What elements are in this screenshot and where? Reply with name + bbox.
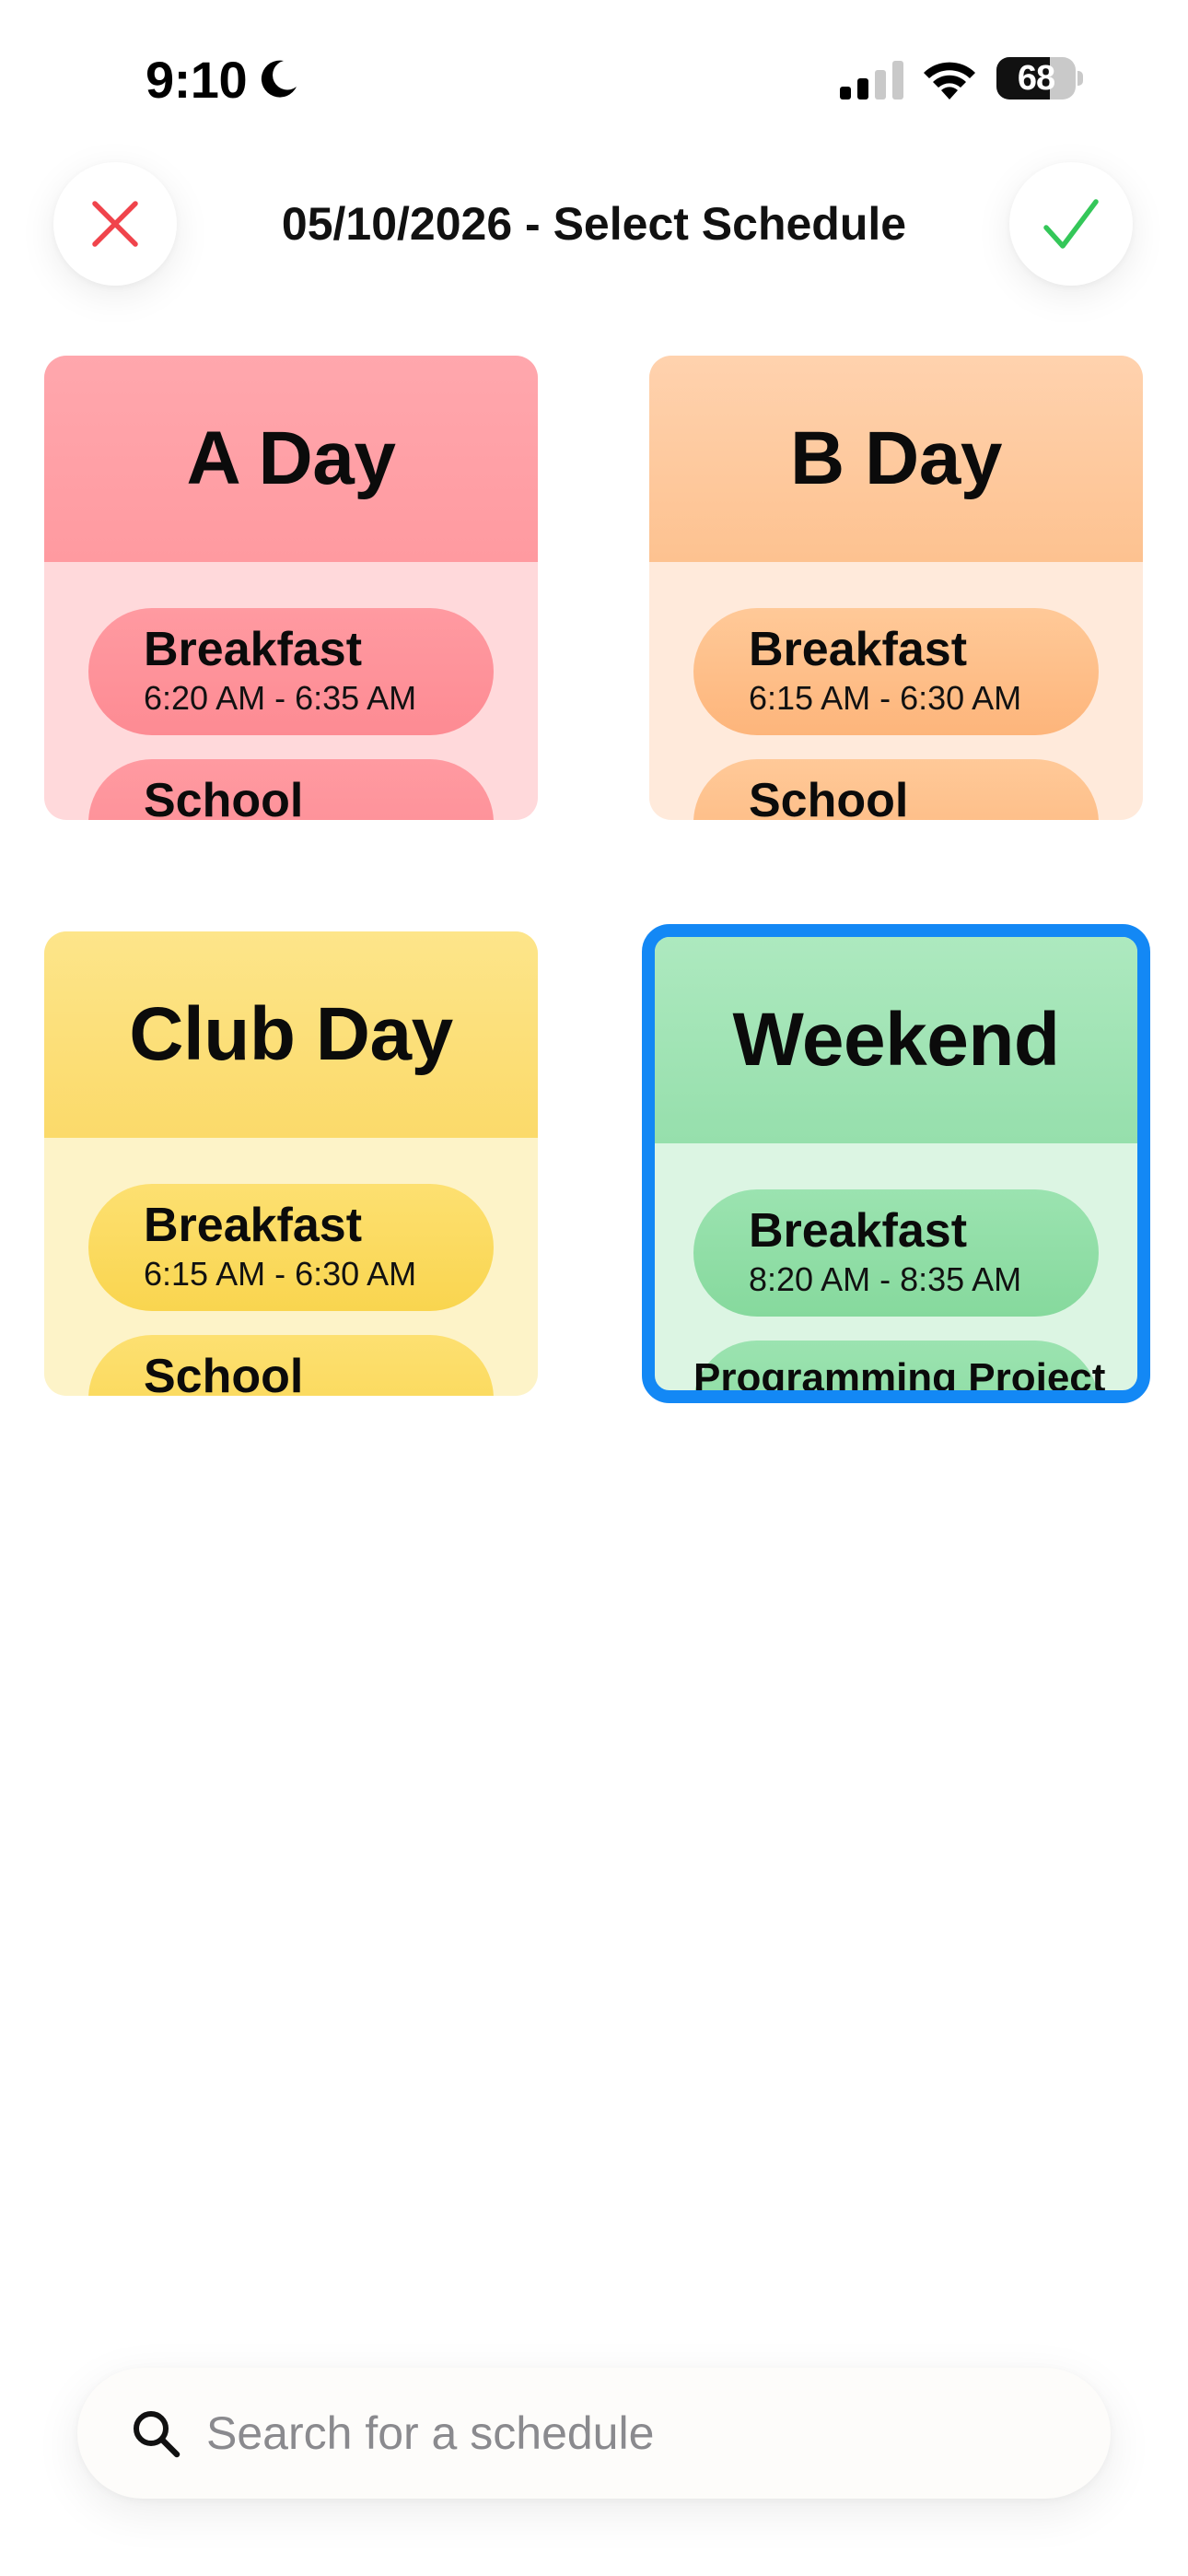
schedule-card-title: B Day xyxy=(649,356,1143,562)
schedule-card-a-day[interactable]: A Day Breakfast 6:20 AM - 6:35 AM School xyxy=(44,356,538,820)
checkmark-icon xyxy=(1043,199,1099,249)
event-pill: Breakfast 8:20 AM - 8:35 AM xyxy=(693,1189,1099,1317)
search-bar[interactable] xyxy=(77,2368,1111,2499)
event-time: 6:20 AM - 6:35 AM xyxy=(144,679,417,717)
battery-icon: 68 xyxy=(996,57,1083,100)
event-time: 8:20 AM - 8:35 AM xyxy=(749,1260,1022,1298)
schedule-card-title: Weekend xyxy=(655,937,1137,1143)
event-name: Breakfast xyxy=(144,623,363,676)
event-name: Breakfast xyxy=(144,1199,363,1252)
close-icon xyxy=(92,201,138,247)
event-name: Programming Project xyxy=(693,1355,1106,1400)
event-name: School xyxy=(144,1350,304,1396)
wifi-icon xyxy=(924,62,975,100)
schedule-card-events: Breakfast 6:15 AM - 6:30 AM School xyxy=(649,562,1143,820)
event-name: School xyxy=(144,774,304,820)
close-button[interactable] xyxy=(53,162,177,286)
event-pill: Breakfast 6:20 AM - 6:35 AM xyxy=(88,608,494,735)
status-bar: 9:10 68 xyxy=(0,0,1188,157)
event-pill: Breakfast 6:15 AM - 6:30 AM xyxy=(88,1184,494,1311)
schedule-card-events: Breakfast 6:15 AM - 6:30 AM School xyxy=(44,1138,538,1396)
event-pill: School xyxy=(88,759,494,820)
confirm-button[interactable] xyxy=(1009,162,1133,286)
status-time: 9:10 xyxy=(146,51,248,109)
moon-icon xyxy=(261,60,297,98)
event-time: 6:15 AM - 6:30 AM xyxy=(749,679,1022,717)
schedule-card-title: A Day xyxy=(44,356,538,562)
search-input[interactable] xyxy=(206,2368,1072,2499)
search-icon xyxy=(134,2411,181,2458)
cellular-signal-icon xyxy=(840,61,903,100)
event-pill: Programming Project xyxy=(693,1341,1106,1400)
page-title: 05/10/2026 - Select Schedule xyxy=(281,198,907,250)
schedule-card-events: Breakfast 6:20 AM - 6:35 AM School xyxy=(44,562,538,820)
event-name: Breakfast xyxy=(749,623,968,676)
schedule-card-b-day[interactable]: B Day Breakfast 6:15 AM - 6:30 AM School xyxy=(649,356,1143,820)
event-pill: School xyxy=(693,759,1099,820)
event-name: Breakfast xyxy=(749,1204,968,1258)
event-name: School xyxy=(749,774,909,820)
schedule-card-title: Club Day xyxy=(44,931,538,1138)
event-time: 6:15 AM - 6:30 AM xyxy=(144,1255,417,1293)
schedule-card-club-day[interactable]: Club Day Breakfast 6:15 AM - 6:30 AM Sch… xyxy=(44,931,538,1396)
event-pill: School xyxy=(88,1335,494,1396)
schedule-card-events: Breakfast 8:20 AM - 8:35 AM Programming … xyxy=(655,1143,1137,1400)
event-pill: Breakfast 6:15 AM - 6:30 AM xyxy=(693,608,1099,735)
battery-level: 68 xyxy=(1017,59,1055,98)
schedule-card-weekend[interactable]: Weekend Breakfast 8:20 AM - 8:35 AM Prog… xyxy=(642,924,1150,1403)
